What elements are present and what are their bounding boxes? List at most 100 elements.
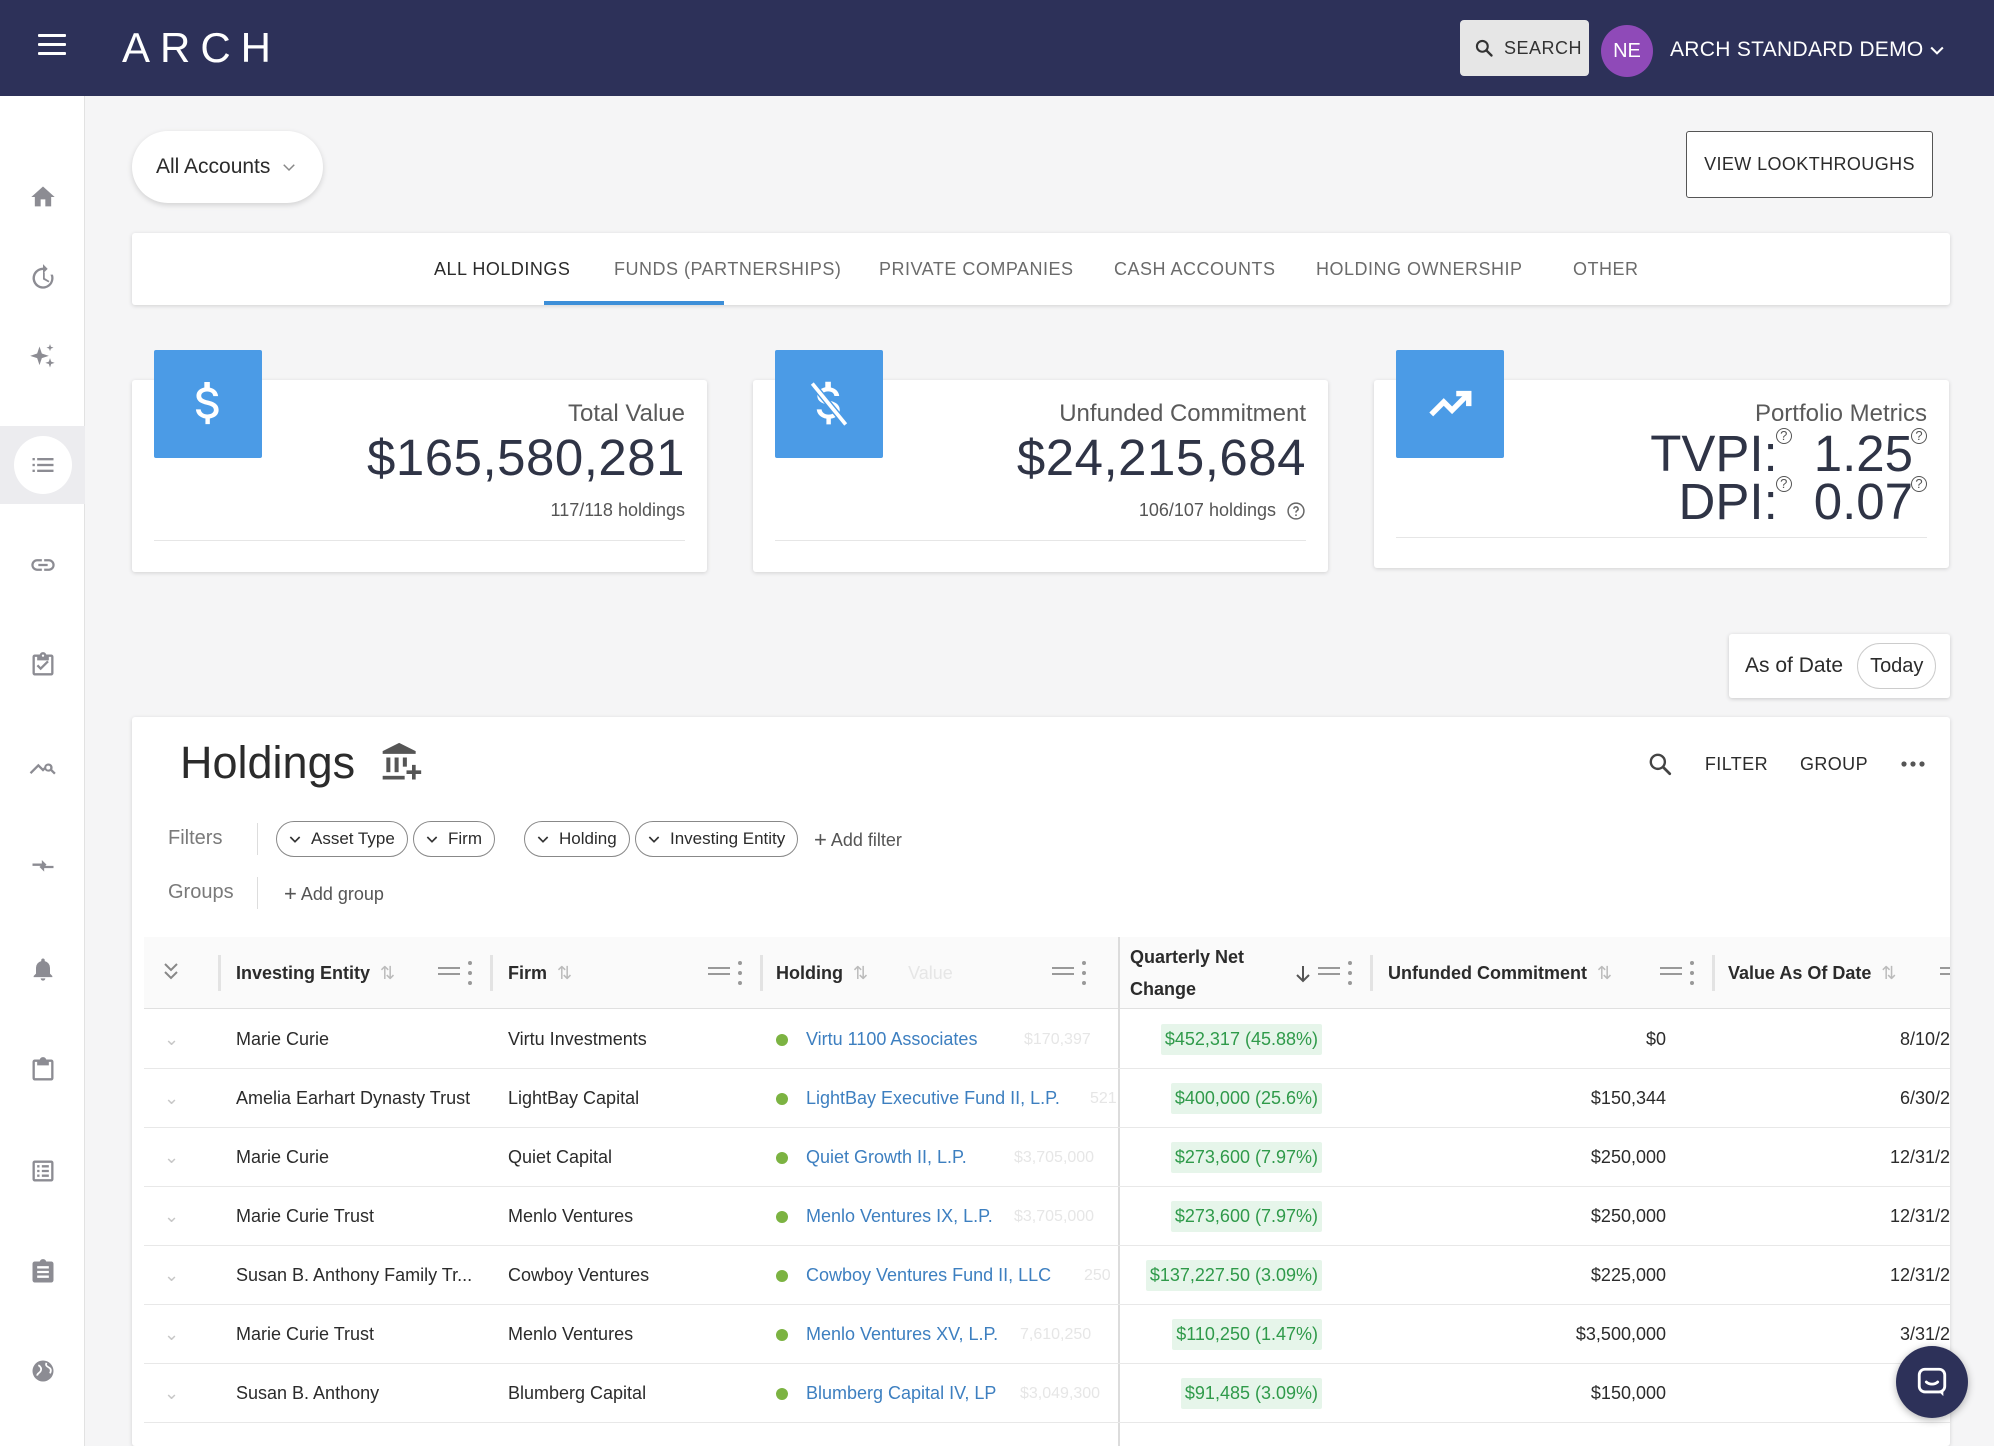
- cell-holding-link[interactable]: Virtu 1100 Associates: [806, 1029, 977, 1050]
- drag-handle-icon[interactable]: [708, 963, 730, 983]
- nav-insights[interactable]: [0, 318, 85, 396]
- as-of-date-picker[interactable]: Today: [1857, 643, 1937, 689]
- globe-icon: [32, 1360, 53, 1382]
- column-resize-handle[interactable]: [490, 955, 493, 991]
- tab-funds[interactable]: FUNDS (PARTNERSHIPS): [614, 233, 841, 305]
- group-button[interactable]: GROUP: [1800, 754, 1868, 775]
- change-badge: $137,227.50 (3.09%): [1145, 1260, 1322, 1291]
- column-menu-icon[interactable]: [738, 961, 744, 985]
- table-row[interactable]: ⌄ Amelia Earhart Dynasty Trust LightBay …: [144, 1069, 1950, 1128]
- column-resize-handle[interactable]: [1712, 955, 1715, 991]
- avatar[interactable]: NE: [1601, 25, 1653, 77]
- nav-analytics[interactable]: [0, 728, 85, 806]
- app-logo[interactable]: ARCH: [122, 24, 281, 72]
- sort-icon[interactable]: ⇅: [557, 963, 572, 984]
- filter-chip-firm[interactable]: Firm: [413, 821, 495, 857]
- help-icon[interactable]: [1286, 501, 1306, 521]
- column-menu-icon[interactable]: [1690, 961, 1696, 985]
- column-menu-icon[interactable]: [1348, 961, 1354, 985]
- help-icon[interactable]: ?: [1911, 427, 1927, 444]
- add-filter-button[interactable]: + Add filter: [814, 827, 902, 853]
- table-row[interactable]: ⌄ Marie Curie Virtu Investments Virtu 11…: [144, 1010, 1950, 1069]
- link-icon: [30, 559, 55, 571]
- table-row[interactable]: ⌄ Marie Curie Quiet Capital Quiet Growth…: [144, 1128, 1950, 1187]
- chevron-down-icon[interactable]: ⌄: [164, 1364, 179, 1423]
- nav-links[interactable]: [0, 526, 85, 604]
- nav-notifications[interactable]: [0, 930, 85, 1008]
- sort-icon[interactable]: ⇅: [1881, 963, 1896, 984]
- cell-holding-link[interactable]: Blumberg Capital IV, LP: [806, 1383, 996, 1404]
- filter-button[interactable]: FILTER: [1705, 754, 1768, 775]
- sort-icon[interactable]: ⇅: [853, 963, 868, 984]
- cell-holding-link[interactable]: Cowboy Ventures Fund II, LLC: [806, 1265, 1051, 1286]
- help-icon[interactable]: ?: [1775, 427, 1792, 444]
- filter-chip-asset-type[interactable]: Asset Type: [276, 821, 408, 857]
- cell-holding-link[interactable]: Quiet Growth II, L.P.: [806, 1147, 967, 1168]
- chevron-down-icon[interactable]: ⌄: [164, 1305, 179, 1364]
- chevron-down-icon[interactable]: [1927, 40, 1947, 60]
- filter-chip-holding[interactable]: Holding: [524, 821, 630, 857]
- nav-documents[interactable]: [0, 1031, 85, 1109]
- arrow-down-icon[interactable]: [1294, 964, 1312, 984]
- help-icon[interactable]: ?: [1911, 475, 1927, 492]
- drag-handle-icon[interactable]: [1052, 963, 1074, 983]
- cell-firm: Cowboy Ventures: [508, 1265, 650, 1285]
- column-menu-icon[interactable]: [468, 961, 474, 985]
- column-menu-icon[interactable]: [1082, 961, 1088, 985]
- filter-chip-investing-entity[interactable]: Investing Entity: [635, 821, 799, 857]
- chevron-down-icon[interactable]: ⌄: [164, 1246, 179, 1305]
- sort-icon[interactable]: ⇅: [1597, 963, 1612, 984]
- expand-all-icon[interactable]: [162, 961, 180, 983]
- chevron-down-icon[interactable]: ⌄: [164, 1069, 179, 1128]
- add-group-button[interactable]: + Add group: [284, 881, 384, 907]
- nav-transfers[interactable]: [0, 828, 85, 906]
- table-row[interactable]: ⌄ Susan B. Anthony Family Tr... Cowboy V…: [144, 1246, 1950, 1305]
- hamburger-menu-icon[interactable]: [38, 34, 66, 62]
- help-icon[interactable]: ?: [1775, 475, 1792, 492]
- chevron-down-icon[interactable]: ⌄: [164, 1010, 179, 1069]
- accounts-select[interactable]: All Accounts: [132, 131, 323, 203]
- column-header-quarterly-net-change[interactable]: Quarterly Net Change: [1130, 937, 1244, 1009]
- tab-other[interactable]: OTHER: [1573, 233, 1639, 305]
- tab-holding-ownership[interactable]: HOLDING OWNERSHIP: [1316, 233, 1523, 305]
- column-header-holding[interactable]: Holding ⇅ Value: [776, 937, 953, 1009]
- nav-history[interactable]: [0, 238, 85, 316]
- column-header-unfunded-commitment[interactable]: Unfunded Commitment ⇅: [1388, 937, 1612, 1009]
- drag-handle-icon[interactable]: [438, 963, 460, 983]
- nav-holdings[interactable]: [0, 426, 85, 504]
- assignment-icon: [32, 1259, 53, 1283]
- column-resize-handle[interactable]: [760, 955, 763, 991]
- chevron-down-icon[interactable]: ⌄: [164, 1187, 179, 1246]
- search-icon[interactable]: [1647, 751, 1673, 777]
- table-row[interactable]: ⌄ Marie Curie Trust Menlo Ventures Menlo…: [144, 1305, 1950, 1364]
- column-header-firm[interactable]: Firm ⇅: [508, 937, 572, 1009]
- tab-all-holdings[interactable]: ALL HOLDINGS: [434, 233, 570, 305]
- column-header-investing-entity[interactable]: Investing Entity ⇅: [236, 937, 395, 1009]
- support-chat-button[interactable]: [1896, 1346, 1968, 1418]
- drag-handle-icon[interactable]: [1940, 963, 1950, 983]
- tab-cash-accounts[interactable]: CASH ACCOUNTS: [1114, 233, 1276, 305]
- chevron-down-icon[interactable]: ⌄: [164, 1128, 179, 1187]
- table-row[interactable]: ⌄ Susan B. Anthony Blumberg Capital Blum…: [144, 1364, 1950, 1423]
- column-header-value-as-of-date[interactable]: Value As Of Date ⇅: [1728, 937, 1896, 1009]
- column-resize-handle[interactable]: [218, 955, 221, 991]
- table-row[interactable]: ⌄ Marie Curie Trust Menlo Ventures Menlo…: [144, 1187, 1950, 1246]
- add-institution-icon[interactable]: [379, 741, 423, 785]
- cell-holding-link[interactable]: Menlo Ventures IX, L.P.: [806, 1206, 993, 1227]
- drag-handle-icon[interactable]: [1318, 963, 1340, 983]
- account-name[interactable]: ARCH STANDARD DEMO: [1670, 38, 1924, 62]
- nav-home[interactable]: [0, 158, 85, 236]
- view-lookthroughs-button[interactable]: VIEW LOOKTHROUGHS: [1686, 131, 1933, 198]
- cell-holding-link[interactable]: Menlo Ventures XV, L.P.: [806, 1324, 998, 1345]
- cell-holding-link[interactable]: LightBay Executive Fund II, L.P.: [806, 1088, 1060, 1109]
- sort-icon[interactable]: ⇅: [380, 963, 395, 984]
- search-button[interactable]: SEARCH: [1460, 20, 1589, 76]
- tab-private-companies[interactable]: PRIVATE COMPANIES: [879, 233, 1074, 305]
- nav-assignments[interactable]: [0, 1233, 85, 1311]
- more-horizontal-icon[interactable]: [1900, 760, 1926, 768]
- nav-tasks[interactable]: [0, 626, 85, 704]
- nav-reports[interactable]: [0, 1132, 85, 1210]
- column-resize-handle[interactable]: [1370, 955, 1373, 991]
- nav-global[interactable]: [0, 1332, 85, 1410]
- drag-handle-icon[interactable]: [1660, 963, 1682, 983]
